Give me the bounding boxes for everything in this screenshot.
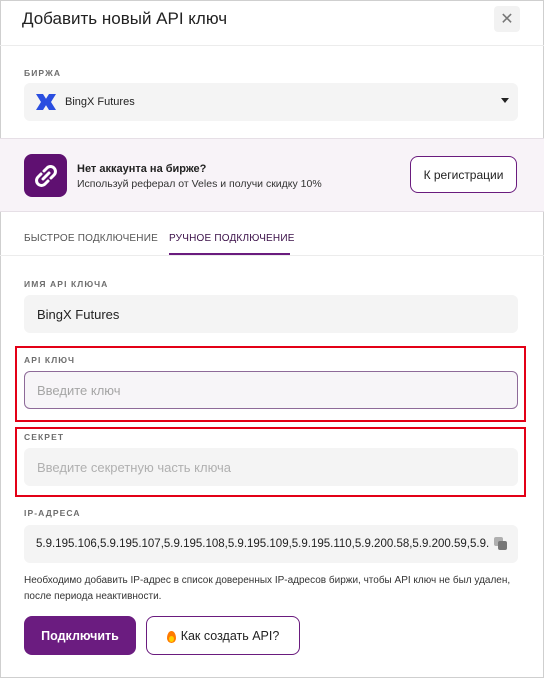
api-name-label: ИМЯ API КЛЮЧА bbox=[24, 279, 109, 289]
highlight-secret bbox=[15, 427, 526, 497]
dialog-title: Добавить новый API ключ bbox=[22, 9, 228, 28]
how-to-create-api-button[interactable]: Как создать API? bbox=[146, 616, 300, 655]
api-name-input[interactable]: BingX Futures bbox=[24, 295, 518, 333]
exchange-selected-value: BingX Futures bbox=[65, 96, 135, 108]
how-to-create-api-label: Как создать API? bbox=[180, 628, 280, 643]
highlight-api-key bbox=[15, 346, 526, 422]
exchange-select[interactable]: BingX Futures bbox=[24, 83, 518, 121]
copy-icon[interactable] bbox=[494, 537, 508, 551]
tab-quick-connect[interactable]: БЫСТРОЕ ПОДКЛЮЧЕНИЕ bbox=[24, 233, 158, 244]
register-button[interactable]: К регистрации bbox=[410, 156, 517, 193]
ip-whitelist-note: Необходимо добавить IP-адрес в список до… bbox=[24, 575, 511, 602]
ip-addresses-value: 5.9.195.106,5.9.195.107,5.9.195.108,5.9.… bbox=[36, 538, 490, 550]
tab-manual-connect[interactable]: РУЧНОЕ ПОДКЛЮЧЕНИЕ bbox=[169, 233, 295, 244]
close-icon: ✕ bbox=[500, 11, 514, 28]
fire-icon bbox=[166, 630, 176, 643]
connect-button[interactable]: Подключить bbox=[24, 616, 136, 655]
close-button[interactable]: ✕ bbox=[494, 6, 520, 32]
header-divider bbox=[0, 45, 544, 46]
link-icon bbox=[24, 154, 67, 197]
ip-addresses-field: 5.9.195.106,5.9.195.107,5.9.195.108,5.9.… bbox=[24, 525, 518, 563]
bingx-logo bbox=[36, 94, 56, 110]
ip-label: IP-АДРЕСА bbox=[24, 508, 81, 518]
referral-title: Нет аккаунта на бирже? bbox=[77, 163, 207, 175]
referral-subtitle: Используй реферал от Veles и получи скид… bbox=[77, 178, 322, 190]
chevron-down-icon bbox=[501, 98, 509, 103]
exchange-label: БИРЖА bbox=[24, 68, 62, 78]
referral-banner: Нет аккаунта на бирже? Используй реферал… bbox=[0, 138, 544, 212]
tabs-divider bbox=[0, 255, 544, 256]
